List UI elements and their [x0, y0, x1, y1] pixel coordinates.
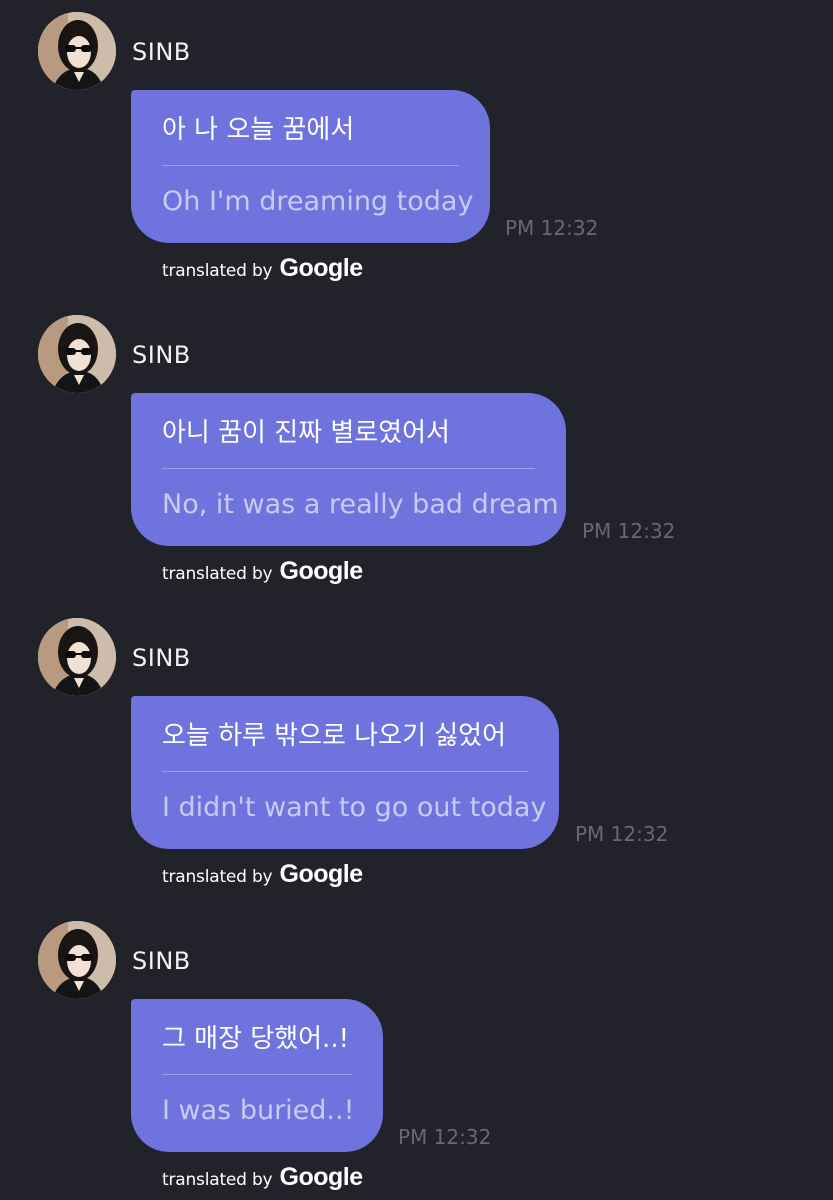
avatar[interactable] — [38, 315, 116, 393]
credit-label: translated by — [162, 1170, 273, 1190]
credit-label: translated by — [162, 261, 273, 281]
message-group: SINB 그 매장 당했어..! I was buried..! PM 12:3… — [0, 909, 833, 1200]
original-text: 오늘 하루 밖으로 나오기 싫었어 — [162, 721, 507, 751]
divider — [162, 468, 535, 469]
timestamp: PM 12:32 — [582, 519, 676, 543]
sender-name: SINB — [132, 644, 191, 672]
profile-photo-icon — [38, 315, 116, 393]
translated-text: I was buried..! — [162, 1095, 355, 1126]
message-group: SINB 오늘 하루 밖으로 나오기 싫었어 I didn't want to … — [0, 606, 833, 909]
divider — [162, 771, 528, 772]
original-text: 아니 꿈이 진짜 별로였어서 — [162, 418, 450, 448]
translated-text: I didn't want to go out today — [162, 792, 547, 823]
credit-label: translated by — [162, 867, 273, 887]
google-logo: Google — [279, 1163, 364, 1191]
message-bubble[interactable]: 그 매장 당했어..! I was buried..! — [131, 999, 383, 1152]
profile-photo-icon — [38, 12, 116, 90]
message-bubble[interactable]: 오늘 하루 밖으로 나오기 싫었어 I didn't want to go ou… — [131, 696, 559, 849]
credit-label: translated by — [162, 564, 273, 584]
message-group: SINB 아니 꿈이 진짜 별로였어서 No, it was a really … — [0, 303, 833, 606]
timestamp: PM 12:32 — [575, 822, 669, 846]
sender-name: SINB — [132, 947, 191, 975]
timestamp: PM 12:32 — [505, 216, 599, 240]
profile-photo-icon — [38, 618, 116, 696]
timestamp: PM 12:32 — [398, 1125, 492, 1149]
message-bubble[interactable]: 아니 꿈이 진짜 별로였어서 No, it was a really bad d… — [131, 393, 566, 546]
avatar[interactable] — [38, 921, 116, 999]
original-text: 그 매장 당했어..! — [162, 1024, 350, 1054]
translation-credit: translated by Google — [162, 254, 363, 283]
translation-credit: translated by Google — [162, 557, 363, 586]
avatar[interactable] — [38, 12, 116, 90]
google-logo: Google — [279, 557, 364, 585]
google-logo: Google — [279, 254, 364, 282]
original-text: 아 나 오늘 꿈에서 — [162, 115, 355, 145]
divider — [162, 1074, 352, 1075]
chat-thread: SINB 아 나 오늘 꿈에서 Oh I'm dreaming today PM… — [0, 0, 833, 1200]
avatar[interactable] — [38, 618, 116, 696]
divider — [162, 165, 459, 166]
translated-text: No, it was a really bad dream — [162, 489, 559, 520]
sender-name: SINB — [132, 341, 191, 369]
translation-credit: translated by Google — [162, 860, 363, 889]
message-group: SINB 아 나 오늘 꿈에서 Oh I'm dreaming today PM… — [0, 0, 833, 303]
profile-photo-icon — [38, 921, 116, 999]
translation-credit: translated by Google — [162, 1163, 363, 1192]
sender-name: SINB — [132, 38, 191, 66]
google-logo: Google — [279, 860, 364, 888]
translated-text: Oh I'm dreaming today — [162, 186, 474, 217]
message-bubble[interactable]: 아 나 오늘 꿈에서 Oh I'm dreaming today — [131, 90, 490, 243]
